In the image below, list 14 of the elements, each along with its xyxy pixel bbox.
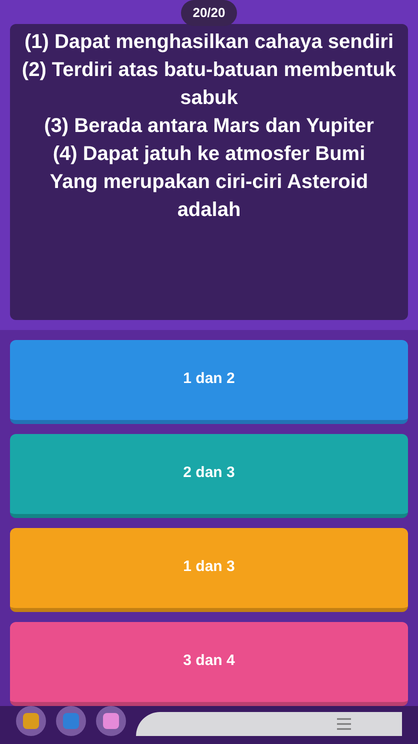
- question-text: (4) Dapat jatuh ke atmosfer Bumi: [52, 142, 366, 166]
- question-text: Yang merupakan ciri-ciri Asteroid adalah: [48, 170, 370, 222]
- question-text: (3) Berada antara Mars dan Yupiter: [43, 114, 375, 138]
- powerup-button[interactable]: [96, 706, 126, 736]
- menu-icon[interactable]: [336, 717, 352, 731]
- question-text: (1) Dapat menghasilkan cahaya sendiri: [23, 30, 395, 54]
- answer-option[interactable]: 1 dan 2: [10, 340, 408, 424]
- answer-option[interactable]: 1 dan 3: [10, 528, 408, 612]
- question-counter: 20/20: [180, 0, 238, 26]
- question-text: (2) Terdiri atas batu-batuan membentuk sabuk: [20, 58, 398, 110]
- answer-option[interactable]: 2 dan 3: [10, 434, 408, 518]
- powerup-button[interactable]: [16, 706, 46, 736]
- answer-option[interactable]: 3 dan 4: [10, 622, 408, 706]
- powerup-button[interactable]: [56, 706, 86, 736]
